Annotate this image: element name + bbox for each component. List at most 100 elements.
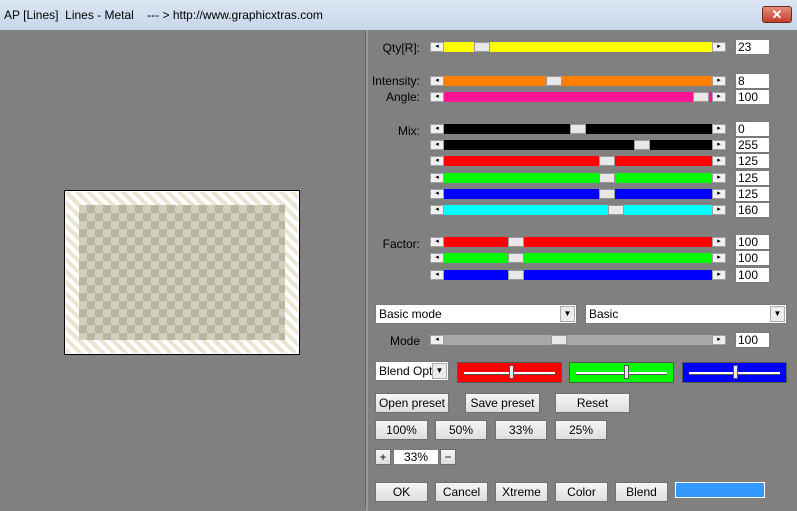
slider-thumb[interactable] (508, 237, 525, 247)
scroll-left-icon[interactable]: ◂ (430, 189, 444, 199)
scroll-left-icon[interactable]: ◂ (430, 42, 444, 52)
zoom-out-button[interactable]: − (440, 449, 456, 465)
value-field-factor-1[interactable]: 100 (735, 234, 770, 250)
scroll-right-icon[interactable]: ▸ (712, 156, 726, 166)
value-field-factor-3[interactable]: 100 (735, 267, 770, 283)
slider-thumb[interactable] (508, 270, 525, 280)
zoom-in-button[interactable]: + (375, 449, 391, 465)
slider-mix-1[interactable]: ◂ ▸ (430, 124, 726, 134)
accent-color-swatch[interactable] (675, 482, 765, 498)
scroll-right-icon[interactable]: ▸ (712, 42, 726, 52)
slider-track[interactable] (444, 253, 712, 263)
ok-button[interactable]: OK (375, 482, 428, 502)
scroll-right-icon[interactable]: ▸ (712, 76, 726, 86)
cancel-button[interactable]: Cancel (435, 482, 488, 502)
slider-track[interactable] (444, 205, 712, 215)
slider-intensity[interactable]: ◂ ▸ (430, 76, 726, 86)
slider-track[interactable] (444, 270, 712, 280)
slider-mix-3[interactable]: ◂ ▸ (430, 156, 726, 166)
zoom-level-field[interactable]: 33% (393, 449, 439, 465)
slider-track[interactable] (444, 140, 712, 150)
slider-thumb[interactable] (551, 335, 568, 345)
save-preset-button[interactable]: Save preset (465, 393, 540, 413)
scroll-left-icon[interactable]: ◂ (430, 173, 444, 183)
slider-thumb[interactable] (545, 76, 562, 86)
blue-swatch-thumb[interactable] (732, 365, 738, 379)
blend-button[interactable]: Blend (615, 482, 668, 502)
slider-factor-2[interactable]: ◂ ▸ (430, 253, 726, 263)
scroll-right-icon[interactable]: ▸ (712, 189, 726, 199)
green-swatch-thumb[interactable] (624, 365, 630, 379)
slider-qty[interactable]: ◂ ▸ (430, 42, 726, 52)
value-field-mix-4[interactable]: 125 (735, 170, 770, 186)
slider-track[interactable] (444, 237, 712, 247)
basic-select[interactable]: Basic ▼ (585, 304, 787, 324)
value-field-qty[interactable]: 23 (735, 39, 770, 55)
scroll-left-icon[interactable]: ◂ (430, 124, 444, 134)
slider-thumb[interactable] (634, 140, 651, 150)
red-swatch[interactable] (457, 362, 562, 383)
slider-thumb[interactable] (570, 124, 586, 134)
slider-track[interactable] (444, 173, 712, 183)
mode-select[interactable]: Basic mode ▼ (375, 304, 577, 324)
preview-transparency[interactable] (79, 205, 285, 340)
color-button[interactable]: Color (555, 482, 608, 502)
scroll-left-icon[interactable]: ◂ (430, 335, 444, 345)
scroll-left-icon[interactable]: ◂ (430, 237, 444, 247)
value-field-factor-2[interactable]: 100 (735, 250, 770, 266)
slider-thumb[interactable] (508, 253, 525, 263)
scroll-left-icon[interactable]: ◂ (430, 270, 444, 280)
scroll-right-icon[interactable]: ▸ (712, 237, 726, 247)
chevron-down-icon[interactable]: ▼ (432, 363, 447, 379)
scroll-left-icon[interactable]: ◂ (430, 156, 444, 166)
reset-button[interactable]: Reset (555, 393, 630, 413)
scroll-right-icon[interactable]: ▸ (712, 140, 726, 150)
xtreme-button[interactable]: Xtreme (495, 482, 548, 502)
value-field-angle[interactable]: 100 (735, 89, 770, 105)
value-field-intensity[interactable]: 8 (735, 73, 770, 89)
slider-thumb[interactable] (599, 189, 616, 199)
scroll-right-icon[interactable]: ▸ (712, 124, 726, 134)
slider-track[interactable] (444, 124, 712, 134)
slider-thumb[interactable] (607, 205, 624, 215)
green-swatch[interactable] (569, 362, 674, 383)
value-field-mix-6[interactable]: 160 (735, 202, 770, 218)
red-swatch-thumb[interactable] (509, 365, 515, 379)
chevron-down-icon[interactable]: ▼ (560, 306, 575, 322)
open-preset-button[interactable]: Open preset (375, 393, 449, 413)
slider-thumb[interactable] (599, 173, 616, 183)
slider-track[interactable] (444, 335, 712, 345)
value-field-mix-2[interactable]: 255 (735, 137, 770, 153)
slider-thumb[interactable] (693, 92, 710, 102)
slider-mix-4[interactable]: ◂ ▸ (430, 173, 726, 183)
scroll-left-icon[interactable]: ◂ (430, 253, 444, 263)
scroll-right-icon[interactable]: ▸ (712, 205, 726, 215)
slider-track[interactable] (444, 156, 712, 166)
blend-options-select[interactable]: Blend Opti ▼ (375, 361, 449, 381)
scroll-right-icon[interactable]: ▸ (712, 253, 726, 263)
zoom-100-button[interactable]: 100% (375, 420, 428, 440)
slider-track[interactable] (444, 42, 712, 52)
slider-mode[interactable]: ◂ ▸ (430, 335, 726, 345)
value-field-mode[interactable]: 100 (735, 332, 770, 348)
scroll-left-icon[interactable]: ◂ (430, 76, 444, 86)
zoom-50-button[interactable]: 50% (435, 420, 487, 440)
blue-swatch[interactable] (682, 362, 787, 383)
zoom-25-button[interactable]: 25% (555, 420, 607, 440)
slider-mix-6[interactable]: ◂ ▸ (430, 205, 726, 215)
slider-factor-3[interactable]: ◂ ▸ (430, 270, 726, 280)
slider-mix-2[interactable]: ◂ ▸ (430, 140, 726, 150)
slider-track[interactable] (444, 189, 712, 199)
slider-mix-5[interactable]: ◂ ▸ (430, 189, 726, 199)
value-field-mix-5[interactable]: 125 (735, 186, 770, 202)
slider-track[interactable] (444, 92, 712, 102)
slider-track[interactable] (444, 76, 712, 86)
value-field-mix-3[interactable]: 125 (735, 153, 770, 169)
slider-thumb[interactable] (473, 42, 490, 52)
slider-thumb[interactable] (599, 156, 616, 166)
scroll-right-icon[interactable]: ▸ (712, 335, 726, 345)
close-button[interactable]: ✕ (762, 6, 792, 23)
scroll-right-icon[interactable]: ▸ (712, 92, 726, 102)
chevron-down-icon[interactable]: ▼ (770, 306, 785, 322)
zoom-33-button[interactable]: 33% (495, 420, 547, 440)
